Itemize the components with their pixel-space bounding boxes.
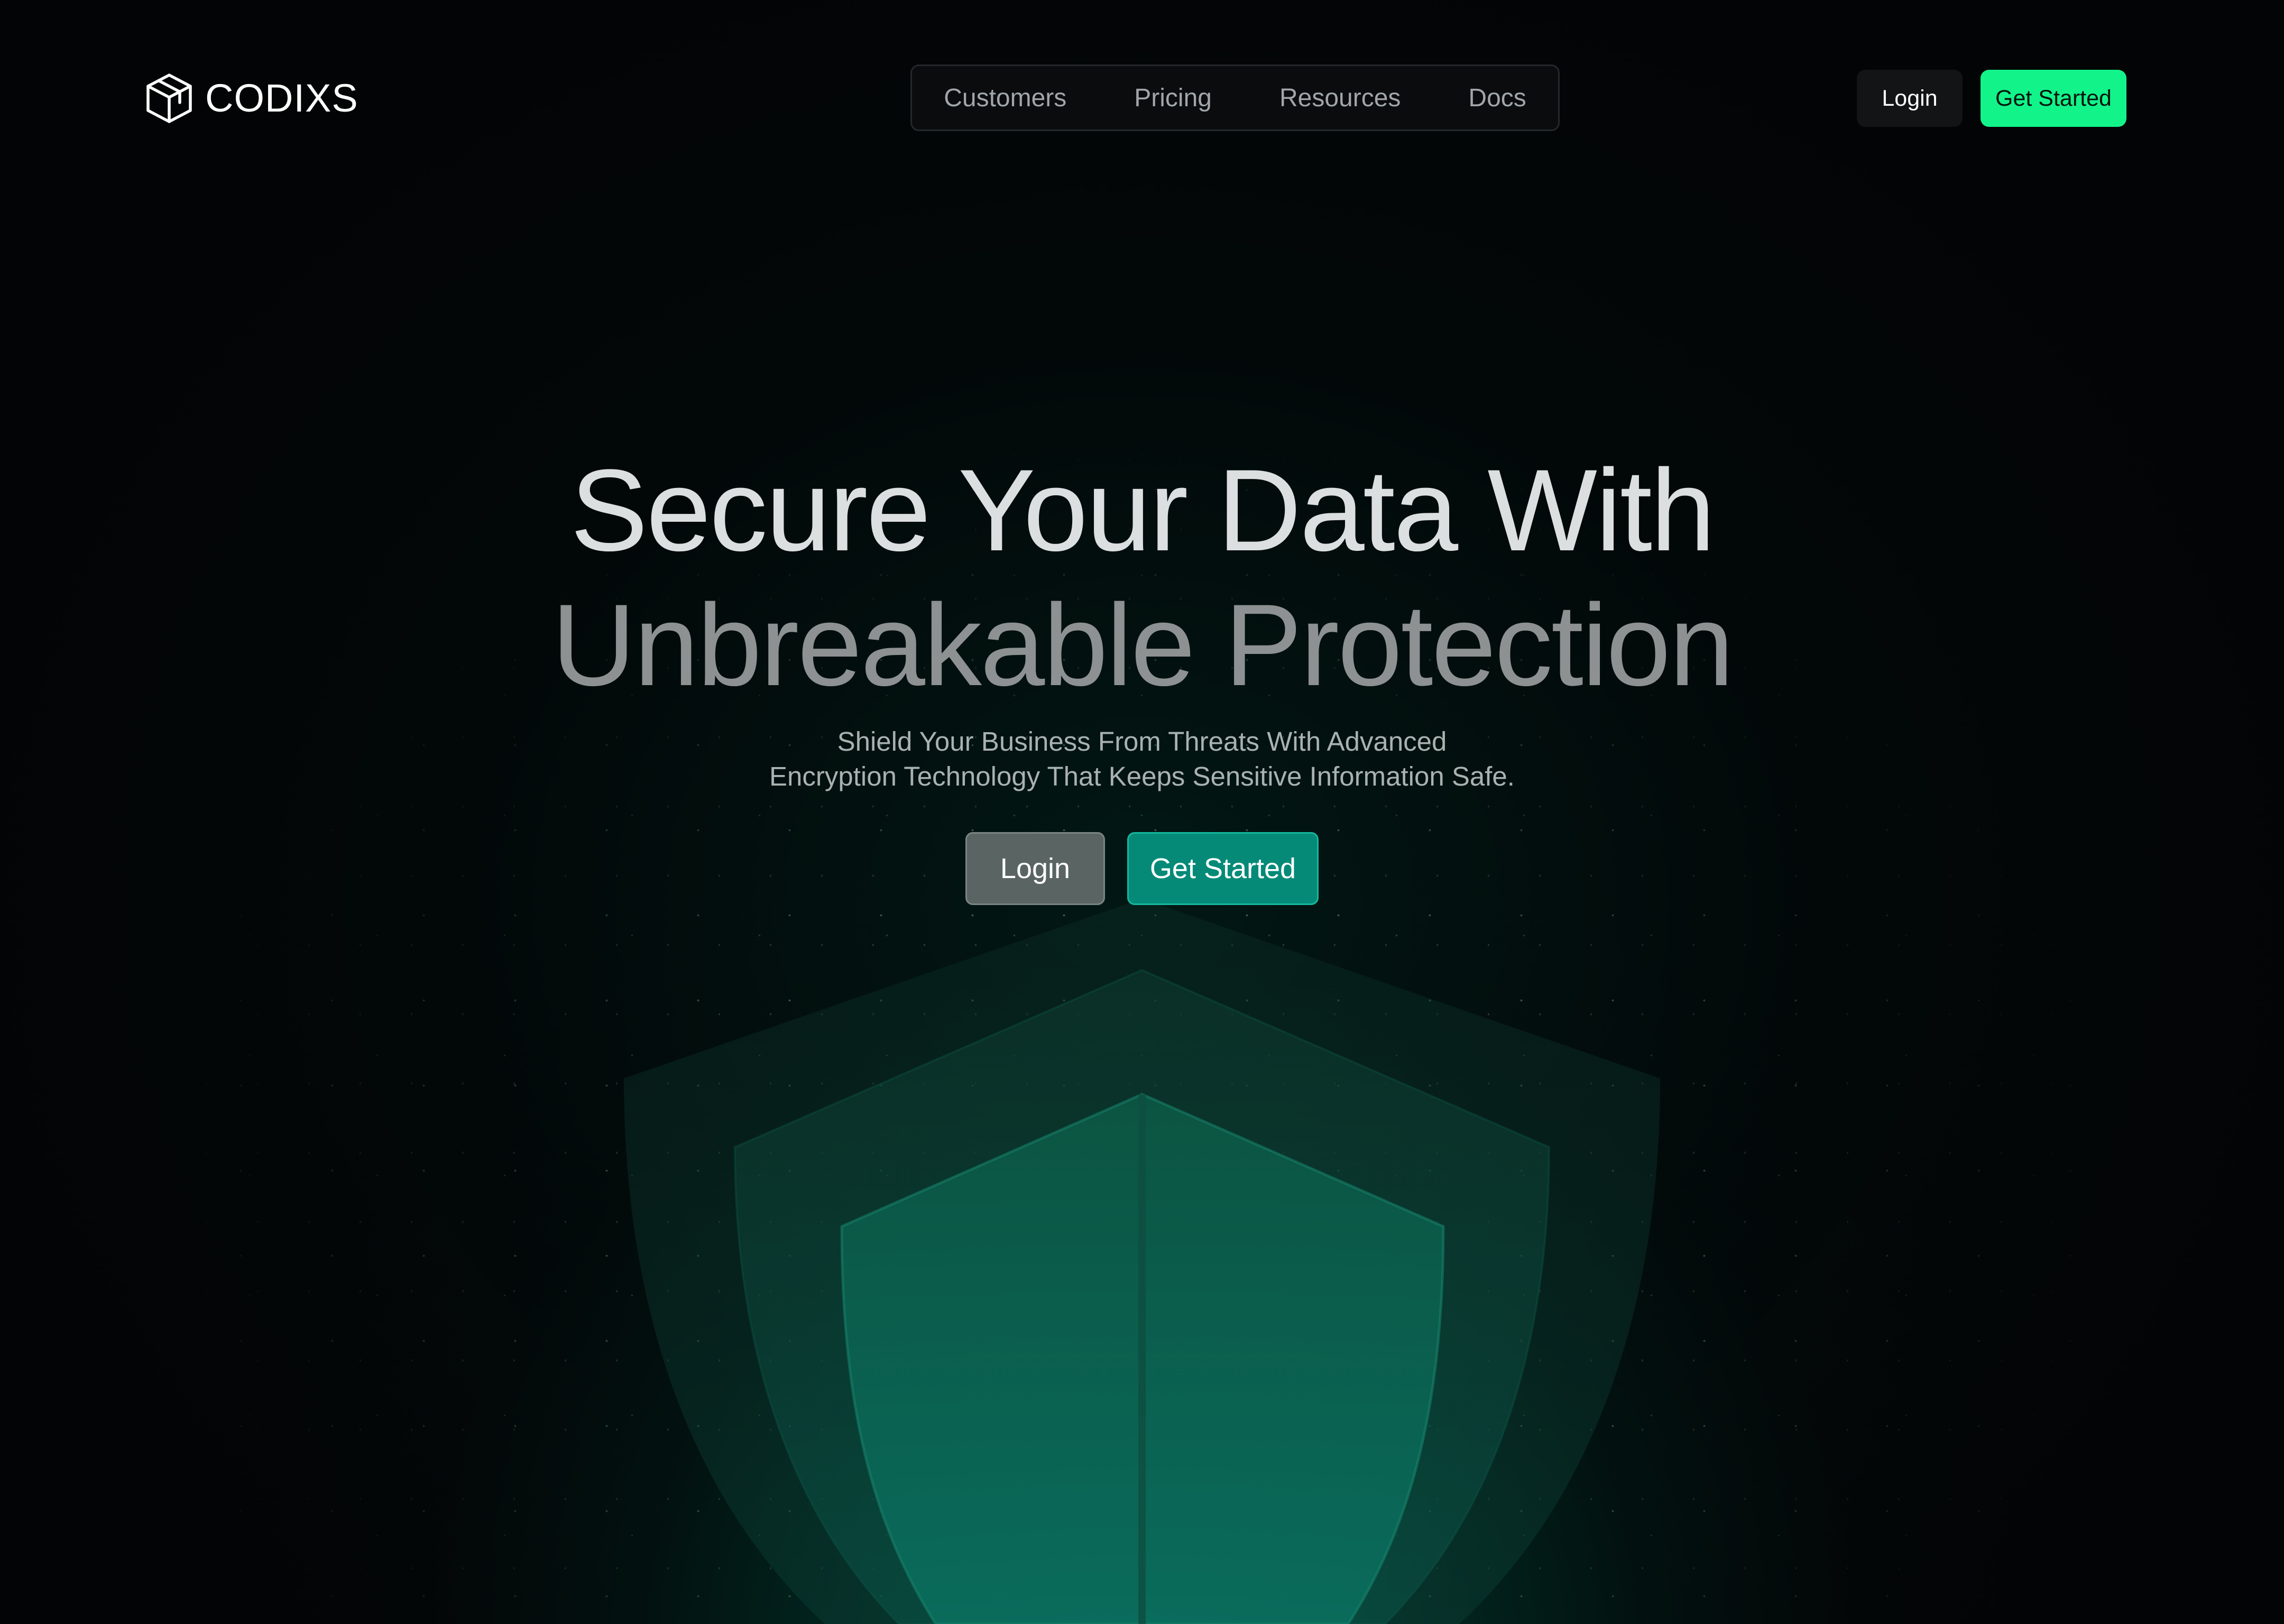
hero-title-line1: Secure Your Data With xyxy=(570,445,1716,575)
brand-name: CODIXS xyxy=(205,76,358,120)
landing-page: CODIXS Customers Pricing Resources Docs … xyxy=(0,0,2284,1624)
header-login-button[interactable]: Login xyxy=(1857,70,1963,127)
hero-login-button[interactable]: Login xyxy=(965,832,1105,905)
nav-item-docs[interactable]: Docs xyxy=(1468,84,1526,113)
hero-subtitle-line1: Shield Your Business From Threats With A… xyxy=(837,726,1447,756)
nav-item-pricing[interactable]: Pricing xyxy=(1134,84,1212,113)
hero-get-started-button[interactable]: Get Started xyxy=(1127,832,1319,905)
nav-item-customers[interactable]: Customers xyxy=(944,84,1066,113)
nav-item-resources[interactable]: Resources xyxy=(1279,84,1401,113)
shield-icon xyxy=(624,899,1660,1624)
hero-subtitle-line2: Encryption Technology That Keeps Sensiti… xyxy=(769,761,1515,791)
header-get-started-button[interactable]: Get Started xyxy=(1981,70,2126,127)
main-nav: Customers Pricing Resources Docs xyxy=(910,64,1560,131)
brand-logo[interactable]: CODIXS xyxy=(144,72,358,125)
hero-subtitle: Shield Your Business From Threats With A… xyxy=(687,724,1597,794)
cube-icon xyxy=(144,72,195,125)
site-header: CODIXS Customers Pricing Resources Docs … xyxy=(0,0,2284,201)
hero-title-line2: Unbreakable Protection xyxy=(551,580,1734,710)
